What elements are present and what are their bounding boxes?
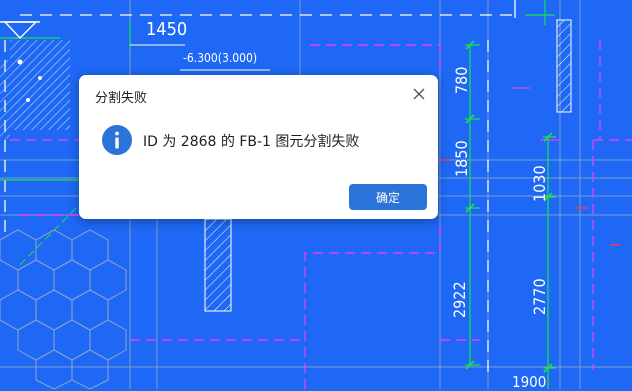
- dimension-1850: 1850: [452, 140, 471, 177]
- info-icon: [102, 125, 132, 155]
- split-failed-dialog: 分割失败 ID 为 2868 的 FB-1 图元分割失败 确定: [79, 75, 438, 219]
- dimension-1900: 1900: [512, 373, 547, 391]
- dialog-title: 分割失败: [95, 91, 148, 106]
- dimension-1030: 1030: [530, 165, 549, 202]
- error-message: ID 为 2868 的 FB-1 图元分割失败: [143, 134, 360, 150]
- close-button[interactable]: [408, 83, 430, 105]
- dimension-2770: 2770: [530, 278, 549, 315]
- ok-button[interactable]: 确定: [349, 184, 427, 210]
- close-icon: [413, 88, 425, 100]
- level-annotation: -6.300(3.000): [183, 51, 258, 65]
- dimension-2922: 2922: [450, 281, 469, 318]
- dimension-1450: 1450: [146, 19, 188, 40]
- dimension-780: 780: [452, 66, 471, 94]
